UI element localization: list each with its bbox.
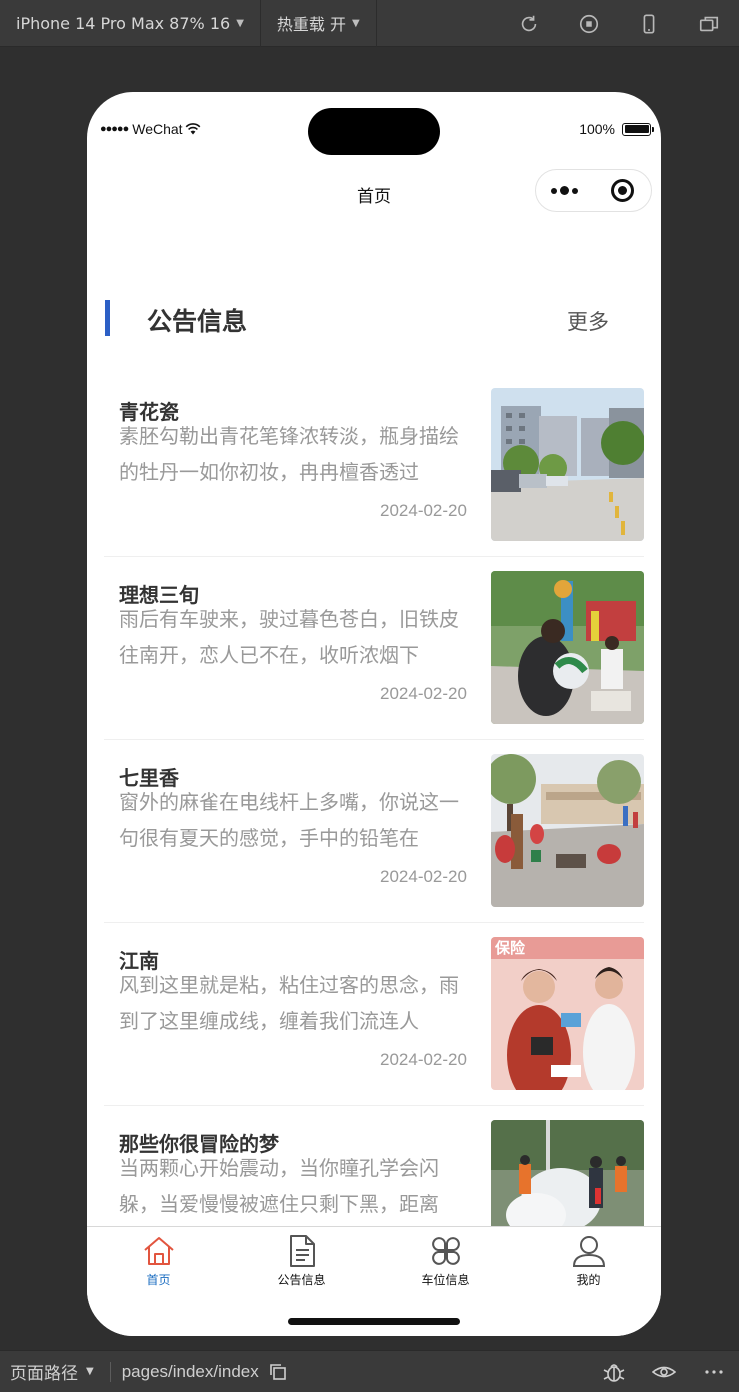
status-bar: ●●●●● WeChat 100%: [87, 92, 661, 162]
caret-down-icon: ▼: [351, 17, 360, 29]
news-item[interactable]: 理想三旬 雨后有车驶来，驶过暮色苍白，旧铁皮往南开，恋人已不在，收听浓烟下 20…: [104, 557, 644, 740]
bug-icon[interactable]: [589, 1360, 639, 1384]
more-options-icon[interactable]: [536, 186, 594, 195]
document-icon: [289, 1235, 315, 1267]
section-title: 公告信息: [147, 307, 248, 336]
refresh-icon[interactable]: [499, 0, 559, 47]
tab-parking[interactable]: 车位信息: [374, 1234, 517, 1294]
stop-icon[interactable]: [559, 0, 619, 47]
wifi-icon: [185, 123, 200, 135]
news-desc: 风到这里就是粘，粘住过客的思念，雨到了这里缠成线，缠着我们流连人: [119, 973, 459, 1033]
news-desc: 素胚勾勒出青花笔锋浓转淡，瓶身描绘的牡丹一如你初妆，冉冉檀香透过: [119, 424, 459, 484]
news-date: 2024-02-20: [380, 867, 467, 886]
news-list: 青花瓷 素胚勾勒出青花笔锋浓转淡，瓶身描绘的牡丹一如你初妆，冉冉檀香透过 202…: [104, 374, 644, 1226]
page-path-select[interactable]: 页面路径 ▼: [0, 1359, 94, 1384]
tab-parking-label: 车位信息: [421, 1273, 470, 1287]
caret-down-icon: ▼: [236, 17, 244, 29]
news-date: 2024-02-20: [380, 684, 467, 703]
news-desc: 雨后有车驶来，驶过暮色苍白，旧铁皮往南开，恋人已不在，收听浓烟下: [119, 607, 459, 667]
phone-icon[interactable]: [619, 0, 679, 47]
page-path-value: pages/index/index: [121, 1361, 259, 1381]
grid-icon: [431, 1237, 460, 1265]
news-desc: 当两颗心开始震动，当你瞳孔学会闪躲，当爱慢慢被遮住只剩下黑，距离: [119, 1156, 439, 1216]
more-icon[interactable]: [689, 1360, 739, 1384]
news-date: 2024-02-20: [380, 501, 467, 520]
tab-profile-label: 我的: [576, 1273, 601, 1287]
news-item[interactable]: 江南 风到这里就是粘，粘住过客的思念，雨到了这里缠成线，缠着我们流连人 2024…: [104, 923, 644, 1106]
carrier-label: WeChat: [132, 121, 183, 137]
device-select[interactable]: iPhone 14 Pro Max 87% 16 ▼: [0, 0, 261, 47]
more-link[interactable]: 更多: [567, 306, 609, 336]
page-content: 公告信息 更多 青花瓷 素胚勾勒出青花笔锋浓转淡，瓶身描绘的牡丹一如你初妆，冉冉…: [87, 226, 661, 1226]
news-thumbnail: 保险: [491, 937, 644, 1090]
section-accent-bar: [105, 300, 110, 336]
news-item[interactable]: 七里香 窗外的麻雀在电线杆上多嘴，你说这一句很有夏天的感觉，手中的铅笔在 202…: [104, 740, 644, 923]
news-item[interactable]: 那些你很冒险的梦 当两颗心开始震动，当你瞳孔学会闪躲，当爱慢慢被遮住只剩下黑，距…: [104, 1106, 644, 1226]
banner-text: 保险: [494, 939, 526, 957]
user-icon: [572, 1236, 605, 1267]
devtools-bottom-bar: 页面路径 ▼ pages/index/index: [0, 1350, 739, 1392]
tab-announcements[interactable]: 公告信息: [230, 1234, 373, 1294]
home-indicator: [288, 1318, 460, 1325]
home-icon: [143, 1237, 174, 1265]
news-thumbnail: [491, 1120, 644, 1226]
navigation-bar: 首页: [87, 162, 661, 226]
hot-reload-label: 热重载 开: [276, 15, 346, 34]
divider: [109, 1361, 111, 1382]
page-path-label: 页面路径: [10, 1364, 78, 1384]
battery-label: 100%: [579, 121, 615, 137]
news-desc: 窗外的麻雀在电线杆上多嘴，你说这一句很有夏天的感觉，手中的铅笔在: [119, 790, 459, 850]
window-icon[interactable]: [679, 0, 739, 47]
signal-icon: ●●●●●: [100, 123, 129, 135]
news-date: 2024-02-20: [380, 1050, 467, 1069]
battery-icon: [622, 122, 654, 136]
eye-icon[interactable]: [639, 1360, 689, 1384]
news-item[interactable]: 青花瓷 素胚勾勒出青花笔锋浓转淡，瓶身描绘的牡丹一如你初妆，冉冉檀香透过 202…: [104, 374, 644, 557]
caret-down-icon: ▼: [86, 1366, 94, 1377]
phone-screen: ●●●●● WeChat 100% 首页 公告信息 更多 青花瓷 素胚勾勒出青花…: [87, 92, 661, 1336]
copy-icon[interactable]: [268, 1362, 288, 1382]
dynamic-island: [308, 108, 440, 155]
tab-announcements-label: 公告信息: [277, 1273, 326, 1287]
news-thumbnail: [491, 571, 644, 724]
tab-profile[interactable]: 我的: [517, 1234, 660, 1294]
devtools-toolbar: iPhone 14 Pro Max 87% 16 ▼ 热重载 开 ▼: [0, 0, 739, 47]
tab-home[interactable]: 首页: [87, 1234, 230, 1294]
close-miniprogram-icon[interactable]: [594, 179, 652, 202]
news-thumbnail: [491, 754, 644, 907]
device-select-label: iPhone 14 Pro Max 87% 16: [16, 13, 231, 33]
mini-program-capsule: [535, 169, 652, 212]
tab-home-label: 首页: [146, 1273, 171, 1287]
news-thumbnail: [491, 388, 644, 541]
hot-reload-select[interactable]: 热重载 开 ▼: [261, 0, 377, 47]
